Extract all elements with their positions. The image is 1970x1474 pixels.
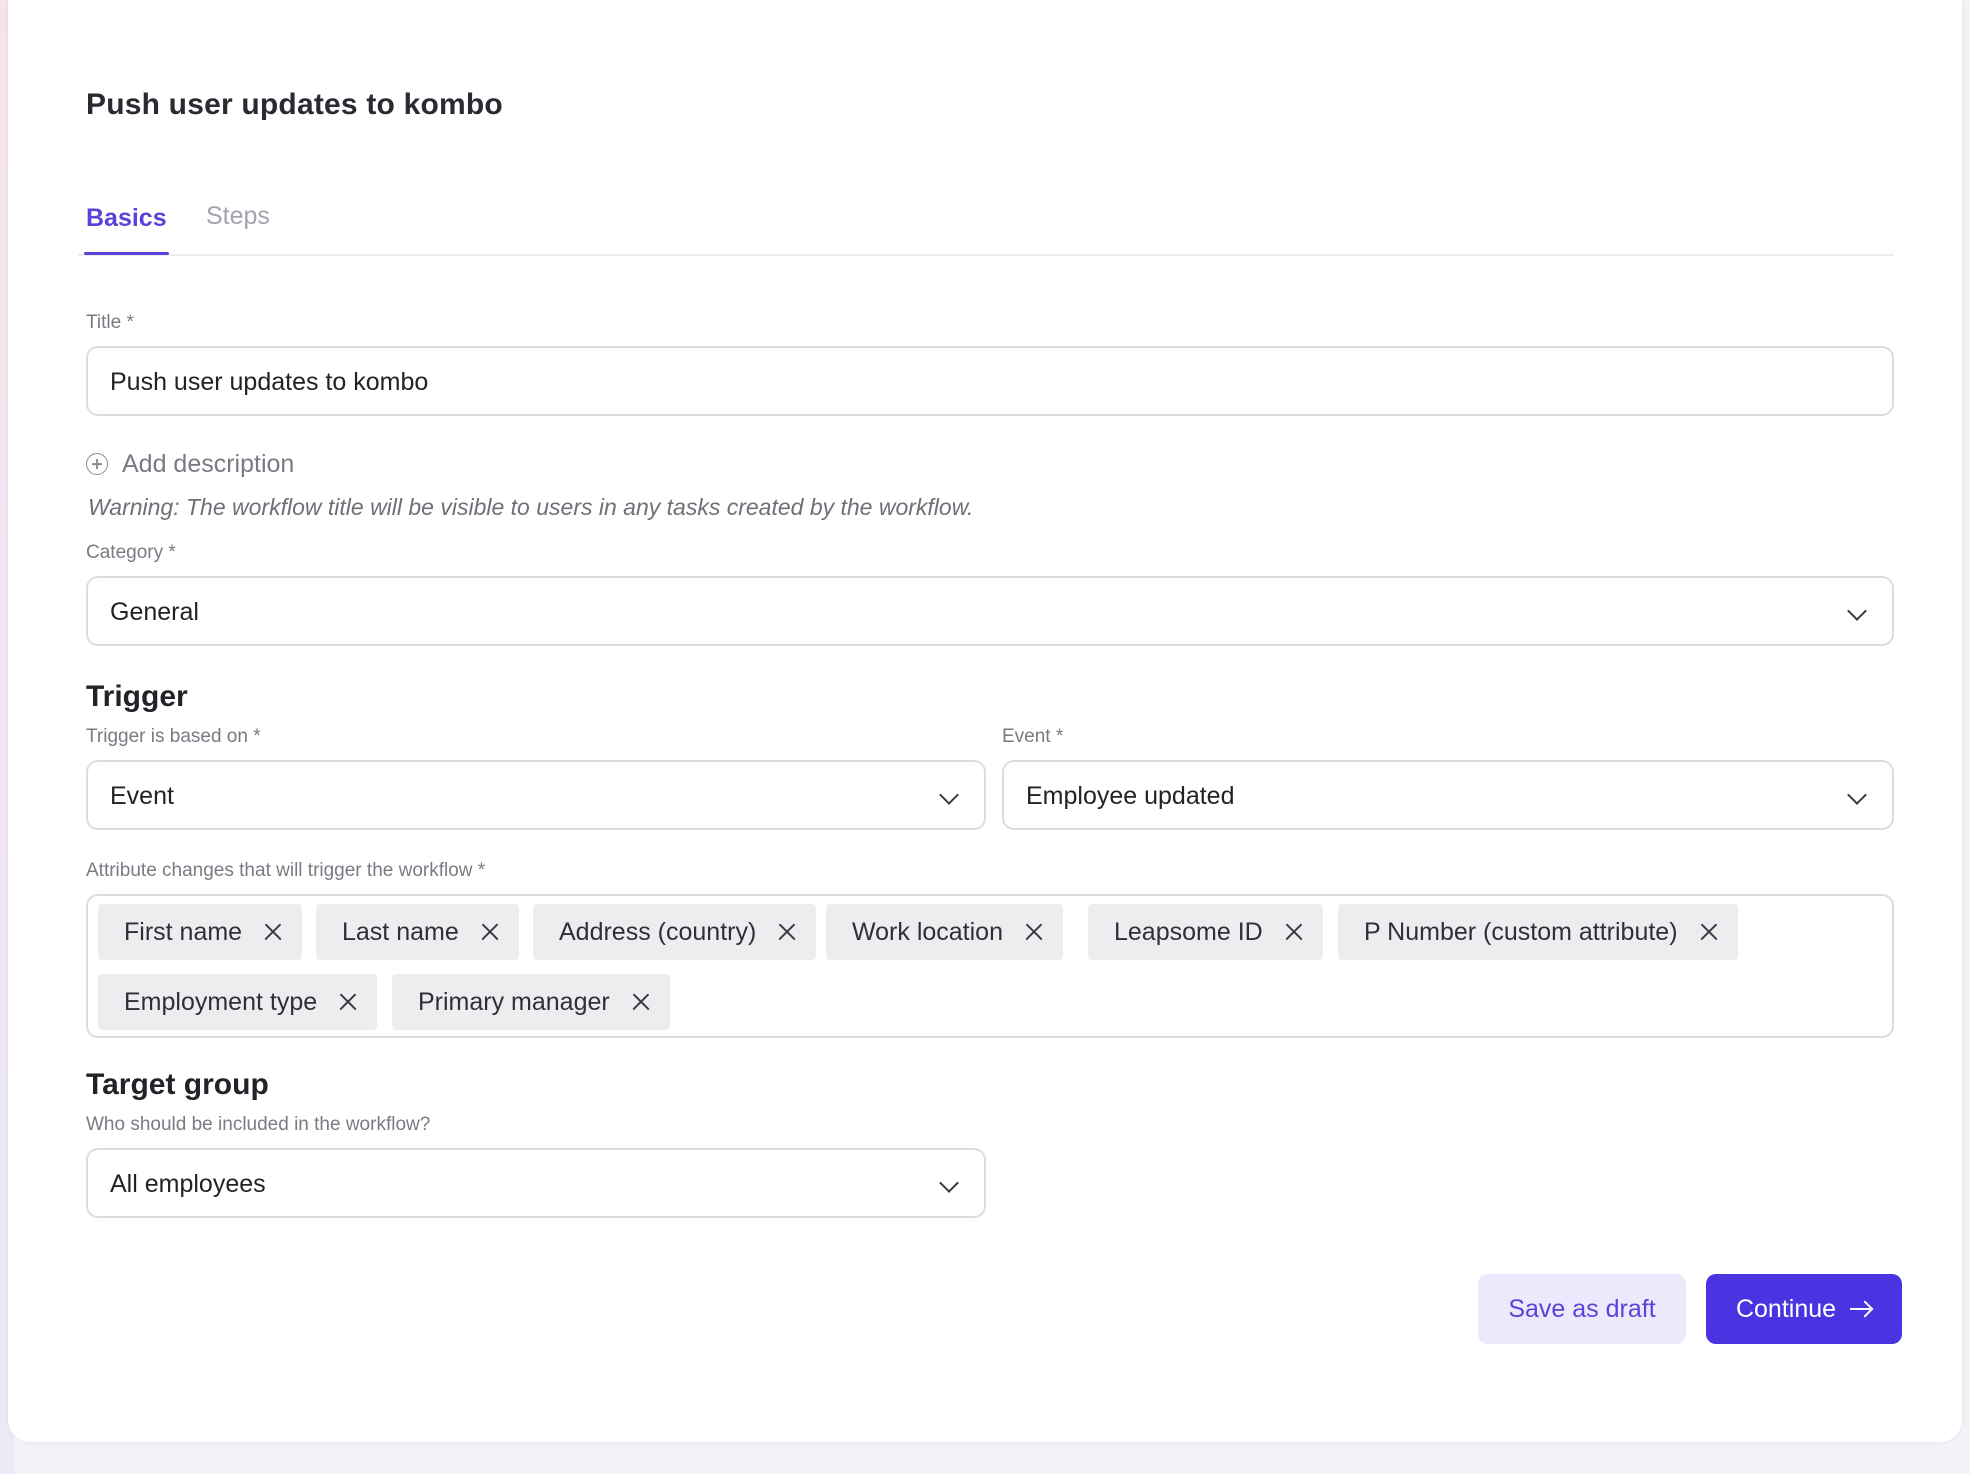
close-icon[interactable]: [1025, 923, 1043, 941]
attribute-chip: P Number (custom attribute): [1338, 904, 1738, 960]
attribute-chip: Last name: [316, 904, 519, 960]
category-label: Category *: [86, 542, 176, 563]
continue-label: Continue: [1735, 1294, 1837, 1323]
save-as-draft-label: Save as draft: [1508, 1294, 1656, 1323]
event-label: Event *: [1002, 726, 1064, 747]
attribute-chip-label: Primary manager: [418, 987, 610, 1016]
target-group-label: Who should be included in the workflow?: [86, 1114, 431, 1135]
close-icon[interactable]: [632, 993, 650, 1011]
save-as-draft-button[interactable]: Save as draft: [1478, 1274, 1686, 1344]
attribute-chip: Work location: [826, 904, 1063, 960]
trigger-based-on-label: Trigger is based on *: [86, 726, 261, 747]
form-content: Push user updates to kombo Basics Steps …: [78, 0, 1902, 1442]
attributes-multiselect[interactable]: First name Last name Address (country) W…: [86, 894, 1894, 1038]
event-select-value: Employee updated: [1026, 782, 1235, 810]
close-icon[interactable]: [1700, 923, 1718, 941]
target-group-select[interactable]: All employees: [86, 1148, 986, 1218]
attributes-label: Attribute changes that will trigger the …: [86, 860, 486, 881]
chevron-down-icon: [1847, 601, 1867, 621]
close-icon[interactable]: [339, 993, 357, 1011]
title-input-value: Push user updates to kombo: [110, 368, 429, 396]
attribute-chip: Leapsome ID: [1088, 904, 1323, 960]
arrow-right-icon: [1850, 1301, 1872, 1317]
event-select[interactable]: Employee updated: [1002, 760, 1894, 830]
title-input[interactable]: Push user updates to kombo: [86, 346, 1894, 416]
attribute-chip-label: Address (country): [559, 917, 757, 946]
chevron-down-icon: [939, 785, 959, 805]
close-icon[interactable]: [264, 923, 282, 941]
attribute-chip-label: Leapsome ID: [1114, 917, 1263, 946]
attribute-chip-label: Work location: [852, 917, 1003, 946]
attribute-chip: First name: [98, 904, 303, 960]
attribute-chip-label: Employment type: [124, 987, 318, 1016]
category-select-value: General: [110, 598, 199, 626]
close-icon[interactable]: [1285, 923, 1303, 941]
trigger-based-on-value: Event: [110, 782, 174, 810]
attribute-chip: Primary manager: [392, 974, 670, 1030]
target-group-select-value: All employees: [110, 1170, 266, 1198]
plus-circle-icon: [86, 453, 108, 475]
chevron-down-icon: [1847, 785, 1867, 805]
continue-button[interactable]: Continue: [1706, 1274, 1902, 1344]
tab-basics[interactable]: Basics: [84, 204, 169, 255]
add-description-button[interactable]: Add description: [86, 448, 294, 480]
workflow-form-card: Push user updates to kombo Basics Steps …: [8, 0, 1962, 1442]
tab-steps[interactable]: Steps: [206, 202, 270, 231]
attribute-chip-label: Last name: [342, 917, 459, 946]
add-description-label: Add description: [122, 449, 295, 478]
title-label: Title *: [86, 312, 134, 333]
trigger-based-on-select[interactable]: Event: [86, 760, 986, 830]
attribute-chip-label: P Number (custom attribute): [1364, 917, 1678, 946]
attribute-chip-label: First name: [124, 917, 243, 946]
trigger-section-title: Trigger: [86, 680, 188, 713]
attribute-chip: Employment type: [98, 974, 378, 1030]
target-group-section-title: Target group: [86, 1068, 269, 1101]
category-select[interactable]: General: [86, 576, 1894, 646]
close-icon[interactable]: [481, 923, 499, 941]
chevron-down-icon: [939, 1173, 959, 1193]
page-title: Push user updates to kombo: [86, 88, 503, 121]
title-warning: Warning: The workflow title will be visi…: [88, 494, 974, 520]
tab-bar: Basics Steps: [78, 196, 1894, 256]
close-icon[interactable]: [778, 923, 796, 941]
attribute-chip: Address (country): [533, 904, 817, 960]
